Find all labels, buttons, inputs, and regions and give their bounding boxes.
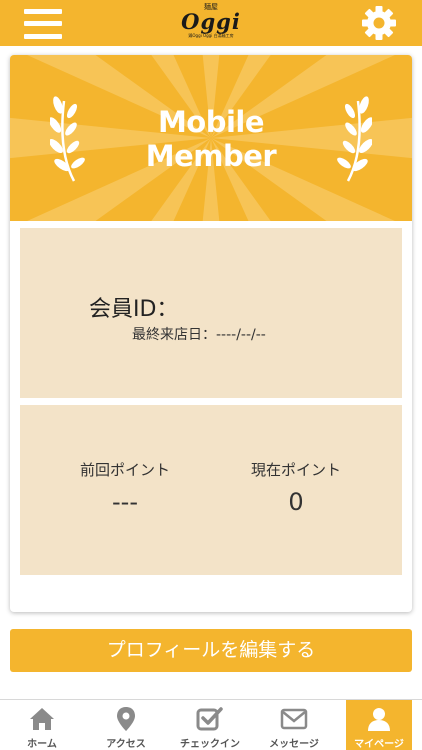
member-card-title: Mobile Member (10, 105, 412, 173)
member-card-title-line1: Mobile (157, 105, 265, 139)
last-visit-date: 最終来店日：----/--/-- (132, 327, 266, 343)
tab-home[interactable]: ホーム (0, 700, 84, 750)
tab-label-access: アクセス (106, 739, 146, 750)
hamburger-icon-bar (24, 21, 62, 26)
logo: 麺屋 Oggi 鶏Oggi Oggi 白湯麺工房 (170, 3, 252, 43)
points-panel: 前回ポイント --- 現在ポイント 0 (20, 405, 402, 575)
tab-label-home: ホーム (27, 739, 57, 750)
tab-mypage[interactable]: マイページ (346, 700, 412, 750)
home-icon (30, 708, 54, 730)
gear-icon (362, 6, 396, 40)
menu-button[interactable] (24, 9, 62, 39)
member-card: Mobile Member 会員ID： 最終来店日：----/--/-- 前回ポ… (10, 55, 412, 612)
tab-checkin[interactable]: チェックイン (168, 700, 252, 750)
current-points-label: 現在ポイント (250, 461, 341, 479)
edit-profile-button[interactable]: プロフィールを編集する (10, 629, 412, 672)
app-header: 麺屋 Oggi 鶏Oggi Oggi 白湯麺工房 (0, 0, 422, 46)
tab-access[interactable]: アクセス (84, 700, 168, 750)
tab-message[interactable]: メッセージ (252, 700, 336, 750)
hamburger-icon (24, 9, 62, 14)
previous-points-label: 前回ポイント (79, 461, 170, 479)
bottom-tab-bar: ホーム アクセス チェックイン メッセージ マイページ (0, 699, 422, 750)
member-card-banner: Mobile Member (10, 55, 412, 221)
previous-points-value: --- (112, 488, 138, 516)
map-pin-icon (117, 707, 135, 731)
checkin-icon (196, 707, 223, 731)
user-icon (368, 708, 390, 731)
mail-icon (280, 708, 308, 730)
member-id-label: 会員ID： (89, 297, 179, 322)
settings-button[interactable] (361, 5, 397, 41)
member-card-title-line2: Member (145, 139, 277, 173)
tab-label-checkin: チェックイン (180, 739, 240, 750)
hamburger-icon-bar (24, 34, 62, 39)
current-points-value: 0 (288, 488, 304, 516)
tab-label-message: メッセージ (269, 739, 319, 750)
member-id-panel: 会員ID： 最終来店日：----/--/-- (20, 228, 402, 398)
tab-label-mypage: マイページ (354, 739, 404, 750)
logo-main-text: Oggi (181, 9, 241, 34)
